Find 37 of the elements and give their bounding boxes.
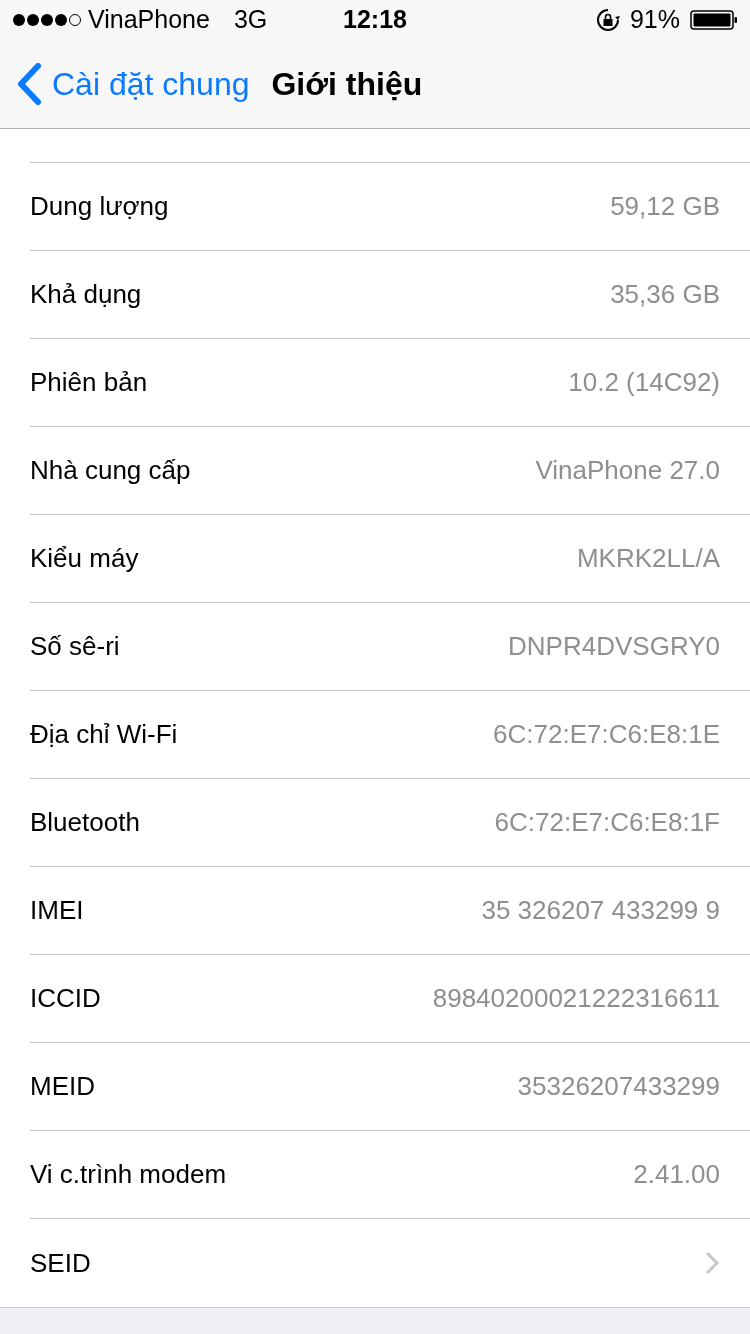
row-label: ICCID [30,982,101,1015]
row-value: MKRK2LL/A [576,542,720,575]
clock: 12:18 [343,4,407,36]
network-type: 3G [233,4,268,36]
row-label: SEID [30,1246,91,1280]
signal-icon [12,13,82,27]
row-label: Nhà cung cấp [30,454,191,487]
row-label: Số sê-ri [30,630,120,663]
battery-percentage: 91% [629,4,680,36]
carrier-name: VinaPhone [88,4,210,36]
battery-icon [690,10,738,30]
row-value: 6C:72:E7:C6:E8:1F [494,806,720,839]
back-chevron-icon [16,63,42,105]
row-value: DNPR4DVSGRY0 [508,630,720,663]
row-value: 89840200021222316611 [432,982,720,1015]
row-value: VinaPhone 27.0 [535,454,720,487]
row-value: 6C:72:E7:C6:E8:1E [493,718,720,751]
row-label: Bluetooth [30,806,140,839]
settings-row[interactable]: SEID [30,1219,750,1307]
page-title: Giới thiệu [271,65,423,104]
row-label: IMEI [30,894,84,927]
row-value: 59,12 GB [610,190,720,223]
row-label: Kiểu máy [30,542,139,575]
row-label: Dung lượng [30,190,169,223]
rotation-lock-icon [595,8,620,32]
row-label: MEID [30,1070,95,1103]
row-label: Vi c.trình modem [30,1158,227,1191]
row-label: Địa chỉ Wi-Fi [30,718,178,751]
back-button[interactable]: Cài đặt chung [0,60,250,108]
row-value: 10.2 (14C92) [568,366,720,399]
row-value: 35326207433299 [517,1070,720,1103]
row-value: 35 326207 433299 9 [481,894,720,927]
chevron-icon [704,1250,720,1276]
row-value: 35,36 GB [610,278,720,311]
row-label: Phiên bản [30,366,148,399]
row-label: Khả dụng [30,278,142,311]
row-value: 2.41.00 [633,1158,720,1191]
